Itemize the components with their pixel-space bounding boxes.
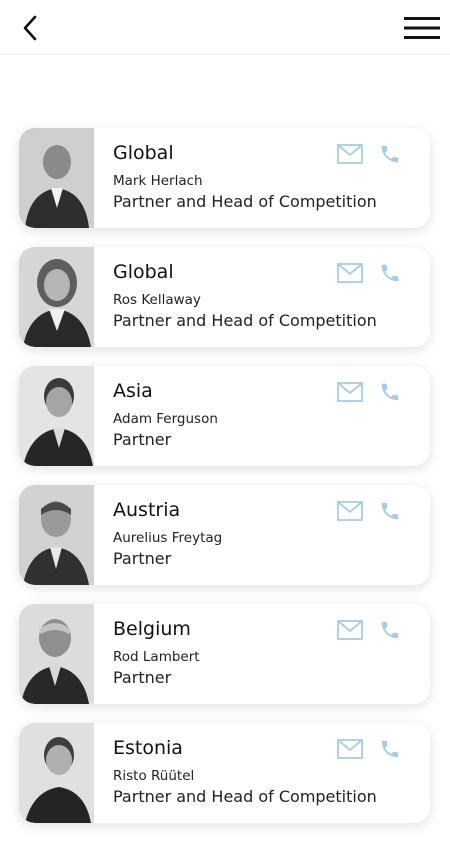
hamburger-menu-icon [404,17,440,39]
avatar [19,723,94,823]
top-app-bar [0,0,450,55]
call-button[interactable] [379,143,401,165]
portrait-image [19,604,94,704]
portrait-image [19,366,94,466]
mail-icon [337,620,363,640]
avatar [19,604,94,704]
contact-card[interactable]: Asia Adam Ferguson Partner [19,366,430,466]
avatar [19,128,94,228]
phone-icon [381,145,399,163]
mail-icon [337,382,363,402]
contact-name: Rod Lambert [113,649,200,665]
contact-card[interactable]: Austria Aurelius Freytag Partner [19,485,430,585]
email-button[interactable] [337,263,363,283]
phone-icon [381,740,399,758]
avatar [19,485,94,585]
chevron-left-icon [23,15,37,41]
contact-card[interactable]: Estonia Risto Rüütel Partner and Head of… [19,723,430,823]
email-button[interactable] [337,620,363,640]
mail-icon [337,263,363,283]
call-button[interactable] [379,381,401,403]
menu-button[interactable] [404,12,440,44]
contact-role: Partner [113,668,172,687]
contact-list: Global Mark Herlach Partner and Head of … [0,128,450,842]
email-button[interactable] [337,739,363,759]
call-button[interactable] [379,738,401,760]
call-button[interactable] [379,500,401,522]
portrait-image [19,723,94,823]
contact-role: Partner and Head of Competition [113,311,377,330]
portrait-image [19,128,94,228]
phone-icon [381,383,399,401]
portrait-image [19,485,94,585]
contact-role: Partner and Head of Competition [113,787,377,806]
portrait-image [19,247,94,347]
region-label: Asia [113,380,153,402]
contact-role: Partner [113,549,172,568]
phone-icon [381,502,399,520]
contact-role: Partner [113,430,172,449]
contact-name: Adam Ferguson [113,411,218,427]
email-button[interactable] [337,144,363,164]
avatar [19,247,94,347]
contact-name: Aurelius Freytag [113,530,223,546]
mail-icon [337,144,363,164]
email-button[interactable] [337,382,363,402]
email-button[interactable] [337,501,363,521]
region-label: Global [113,261,174,283]
contact-card[interactable]: Global Mark Herlach Partner and Head of … [19,128,430,228]
region-label: Belgium [113,618,191,640]
contact-name: Ros Kellaway [113,292,201,308]
avatar [19,366,94,466]
call-button[interactable] [379,262,401,284]
call-button[interactable] [379,619,401,641]
region-label: Estonia [113,737,183,759]
contact-card[interactable]: Belgium Rod Lambert Partner [19,604,430,704]
mail-icon [337,501,363,521]
region-label: Austria [113,499,181,521]
contact-card[interactable]: Global Ros Kellaway Partner and Head of … [19,247,430,347]
contact-name: Mark Herlach [113,173,203,189]
contact-role: Partner and Head of Competition [113,192,377,211]
back-button[interactable] [14,12,46,44]
mail-icon [337,739,363,759]
phone-icon [381,264,399,282]
phone-icon [381,621,399,639]
region-label: Global [113,142,174,164]
contact-name: Risto Rüütel [113,768,195,784]
